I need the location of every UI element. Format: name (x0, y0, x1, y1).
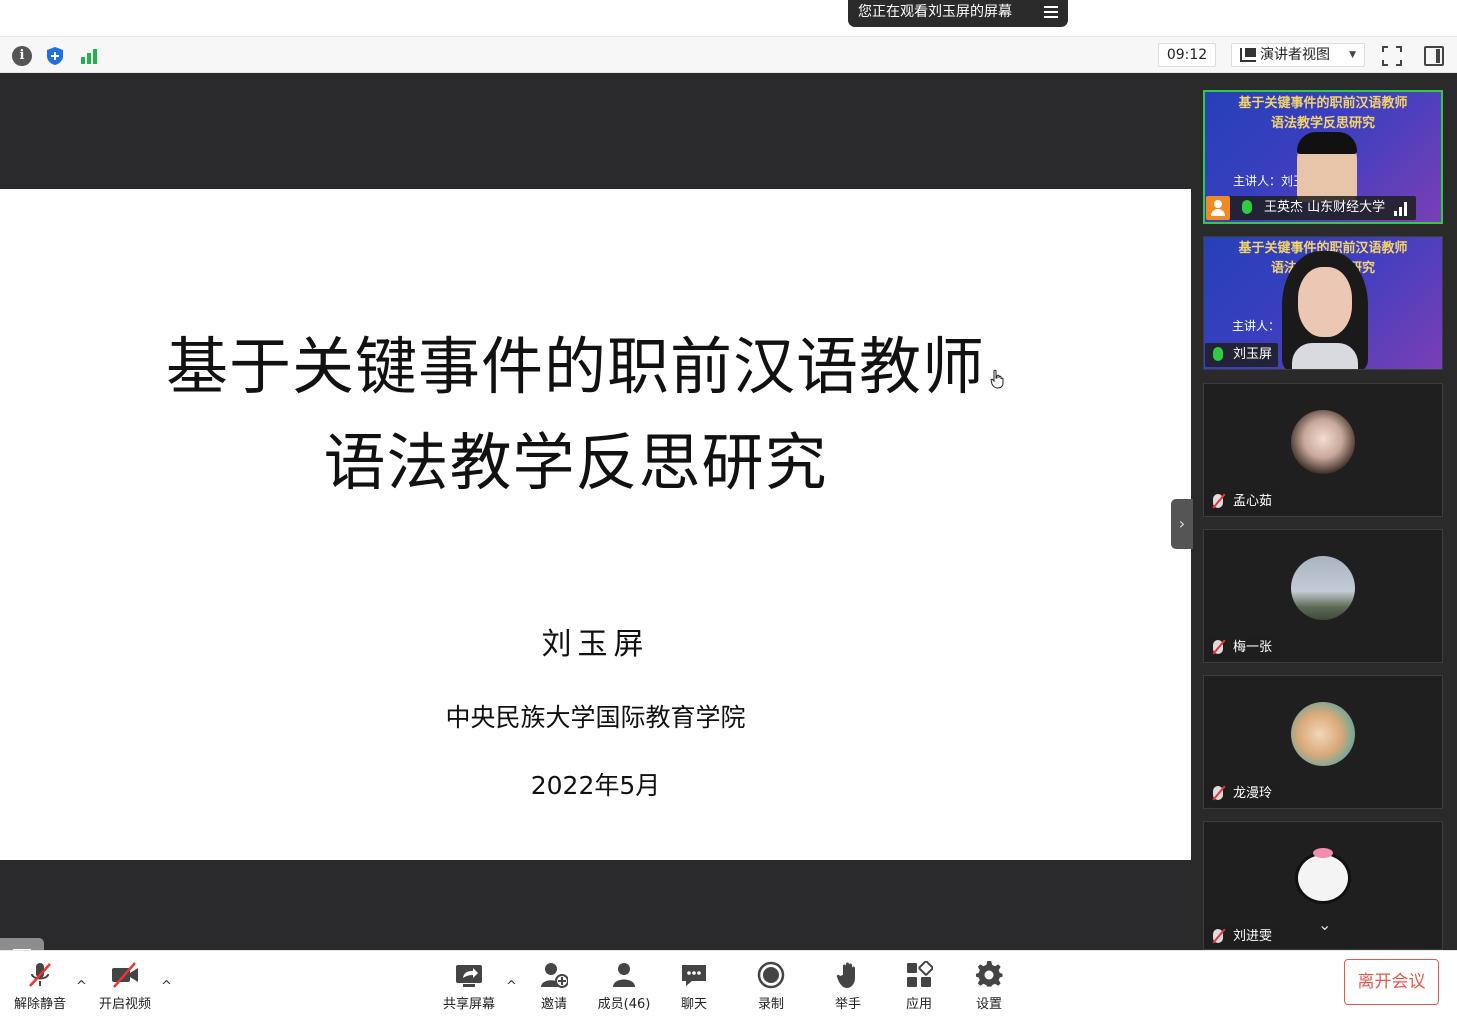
chat-icon (682, 965, 706, 986)
panel-scrollbar[interactable] (1444, 73, 1453, 950)
host-icon (1206, 196, 1230, 220)
bottom-control-bar: 解除静音 ^ 开启视频 ^ 共享屏幕 ^ 邀请 成员(46) 聊天 录制 举手 … (0, 950, 1457, 1017)
mic-muted-icon (1213, 929, 1223, 943)
chevron-up-icon[interactable]: ^ (161, 979, 172, 994)
record-icon (757, 961, 785, 989)
participant-tile[interactable]: 基于关键事件的职前汉语教师 语法教学反思研究 主讲人：刘玉 王英杰 山东财经大学 (1203, 90, 1443, 224)
info-icon[interactable]: i (12, 46, 32, 66)
share-screen-label: 共享屏幕 (442, 997, 495, 1012)
video-off-icon (112, 962, 138, 988)
participant-nametag: 孟心茹 (1205, 490, 1279, 514)
sharing-banner-text: 您正在观看刘玉屏的屏幕 (858, 4, 1012, 20)
view-mode-dropdown[interactable]: 演讲者视图 ▼ (1231, 43, 1365, 67)
hand-icon (836, 962, 855, 988)
participant-name: 王英杰 山东财经大学 (1264, 200, 1386, 215)
participant-nametag: 梅一张 (1205, 636, 1279, 660)
chevron-down-icon[interactable]: ⌄ (1318, 915, 1331, 934)
members-button[interactable]: 成员(46) (596, 961, 652, 1012)
participant-tile[interactable]: 梅一张 (1203, 529, 1443, 663)
record-label: 录制 (757, 997, 784, 1012)
mic-muted-icon (29, 963, 51, 987)
slide-institution: 中央民族大学国际教育学院 (445, 703, 746, 732)
shared-screen-area: 基于关键事件的职前汉语教师 语法教学反思研究 刘玉屏 中央民族大学国际教育学院 … (0, 73, 1191, 974)
avatar (1291, 702, 1355, 766)
participant-nametag: 龙漫玲 (1205, 782, 1279, 806)
settings-label: 设置 (975, 997, 1002, 1012)
settings-button[interactable]: 设置 (973, 961, 1005, 1012)
participant-tile[interactable]: 龙漫玲 (1203, 675, 1443, 809)
chevron-down-icon: ▼ (1349, 50, 1356, 60)
meeting-timer: 09:12 (1158, 43, 1216, 67)
shield-icon[interactable] (45, 46, 65, 66)
sharing-banner[interactable]: 您正在观看刘玉屏的屏幕 (848, 0, 1068, 27)
unmute-button[interactable]: 解除静音 (12, 961, 68, 1012)
participant-face (1282, 251, 1368, 369)
invite-icon (541, 963, 568, 988)
share-screen-button[interactable]: 共享屏幕 (440, 961, 498, 1012)
leave-meeting-button[interactable]: 离开会议 (1344, 959, 1439, 1005)
top-strip: 您正在观看刘玉屏的屏幕 (0, 0, 1457, 36)
start-video-label: 开启视频 (98, 997, 151, 1012)
mic-on-icon (1242, 200, 1252, 214)
view-mode-label: 演讲者视图 (1260, 47, 1330, 63)
participant-tile[interactable]: 孟心茹 (1203, 383, 1443, 517)
video-slide-title1: 基于关键事件的职前汉语教师 (1238, 96, 1408, 111)
panel-toggle-icon[interactable] (1424, 46, 1444, 66)
participant-name: 刘玉屏 (1233, 347, 1273, 362)
participant-tile[interactable]: 基于关键事件的职前汉语教师 语法教学反思研究 主讲人： 刘玉屏 (1203, 236, 1443, 370)
apps-label: 应用 (905, 997, 932, 1012)
raise-hand-label: 举手 (834, 997, 861, 1012)
participant-name: 孟心茹 (1233, 494, 1273, 509)
participant-nametag: 王英杰 山东财经大学 (1206, 196, 1416, 220)
mic-on-icon (1213, 347, 1223, 361)
speaker-view-icon (1240, 48, 1256, 62)
mic-muted-icon (1213, 494, 1223, 508)
chevron-up-icon[interactable]: ^ (506, 979, 517, 994)
participant-nametag: 刘玉屏 (1205, 343, 1279, 367)
gear-icon (975, 961, 1003, 987)
slide-presenter: 刘玉屏 (541, 627, 650, 662)
raise-hand-button[interactable]: 举手 (832, 961, 864, 1012)
mic-muted-icon (1213, 640, 1223, 654)
chevron-up-icon[interactable]: ^ (76, 979, 87, 994)
presentation-slide: 基于关键事件的职前汉语教师 语法教学反思研究 刘玉屏 中央民族大学国际教育学院 … (0, 189, 1191, 974)
video-slide-sub: 主讲人： (1232, 319, 1281, 333)
hand-cursor-icon (990, 369, 1004, 389)
menu-icon[interactable] (1044, 6, 1058, 18)
signal-icon[interactable] (79, 46, 99, 66)
avatar (1291, 556, 1355, 620)
participant-name: 梅一张 (1233, 640, 1273, 655)
members-icon (613, 963, 635, 987)
signal-icon (1394, 202, 1410, 216)
slide-title-line2: 语法教学反思研究 (323, 426, 828, 499)
participant-face (1297, 132, 1357, 202)
video-slide-sub: 主讲人：刘玉 (1233, 174, 1306, 188)
video-slide-title2: 语法教学反思研究 (1270, 116, 1375, 131)
record-button[interactable]: 录制 (755, 961, 787, 1012)
invite-button[interactable]: 邀请 (536, 961, 572, 1012)
chat-button[interactable]: 聊天 (678, 961, 710, 1012)
participant-name: 刘进雯 (1233, 929, 1273, 944)
meeting-toolbar: i 09:12 演讲者视图 ▼ (0, 36, 1457, 73)
share-icon (456, 965, 482, 987)
fullscreen-icon[interactable] (1381, 45, 1403, 67)
participant-nametag: 刘进雯 (1205, 925, 1279, 949)
start-video-button[interactable]: 开启视频 (96, 961, 154, 1012)
avatar (1291, 410, 1355, 474)
mic-muted-icon (1213, 786, 1223, 800)
chat-label: 聊天 (680, 997, 707, 1012)
participant-name: 龙漫玲 (1233, 786, 1273, 801)
apps-icon (907, 961, 933, 987)
unmute-label: 解除静音 (13, 997, 66, 1012)
collapse-panel-button[interactable]: › (1171, 499, 1193, 549)
invite-label: 邀请 (540, 997, 567, 1012)
slide-date: 2022年5月 (530, 771, 661, 800)
apps-button[interactable]: 应用 (903, 961, 935, 1012)
members-label: 成员(46) (597, 997, 651, 1012)
avatar (1291, 846, 1355, 910)
slide-title-line1: 基于关键事件的职前汉语教师 (165, 330, 985, 403)
